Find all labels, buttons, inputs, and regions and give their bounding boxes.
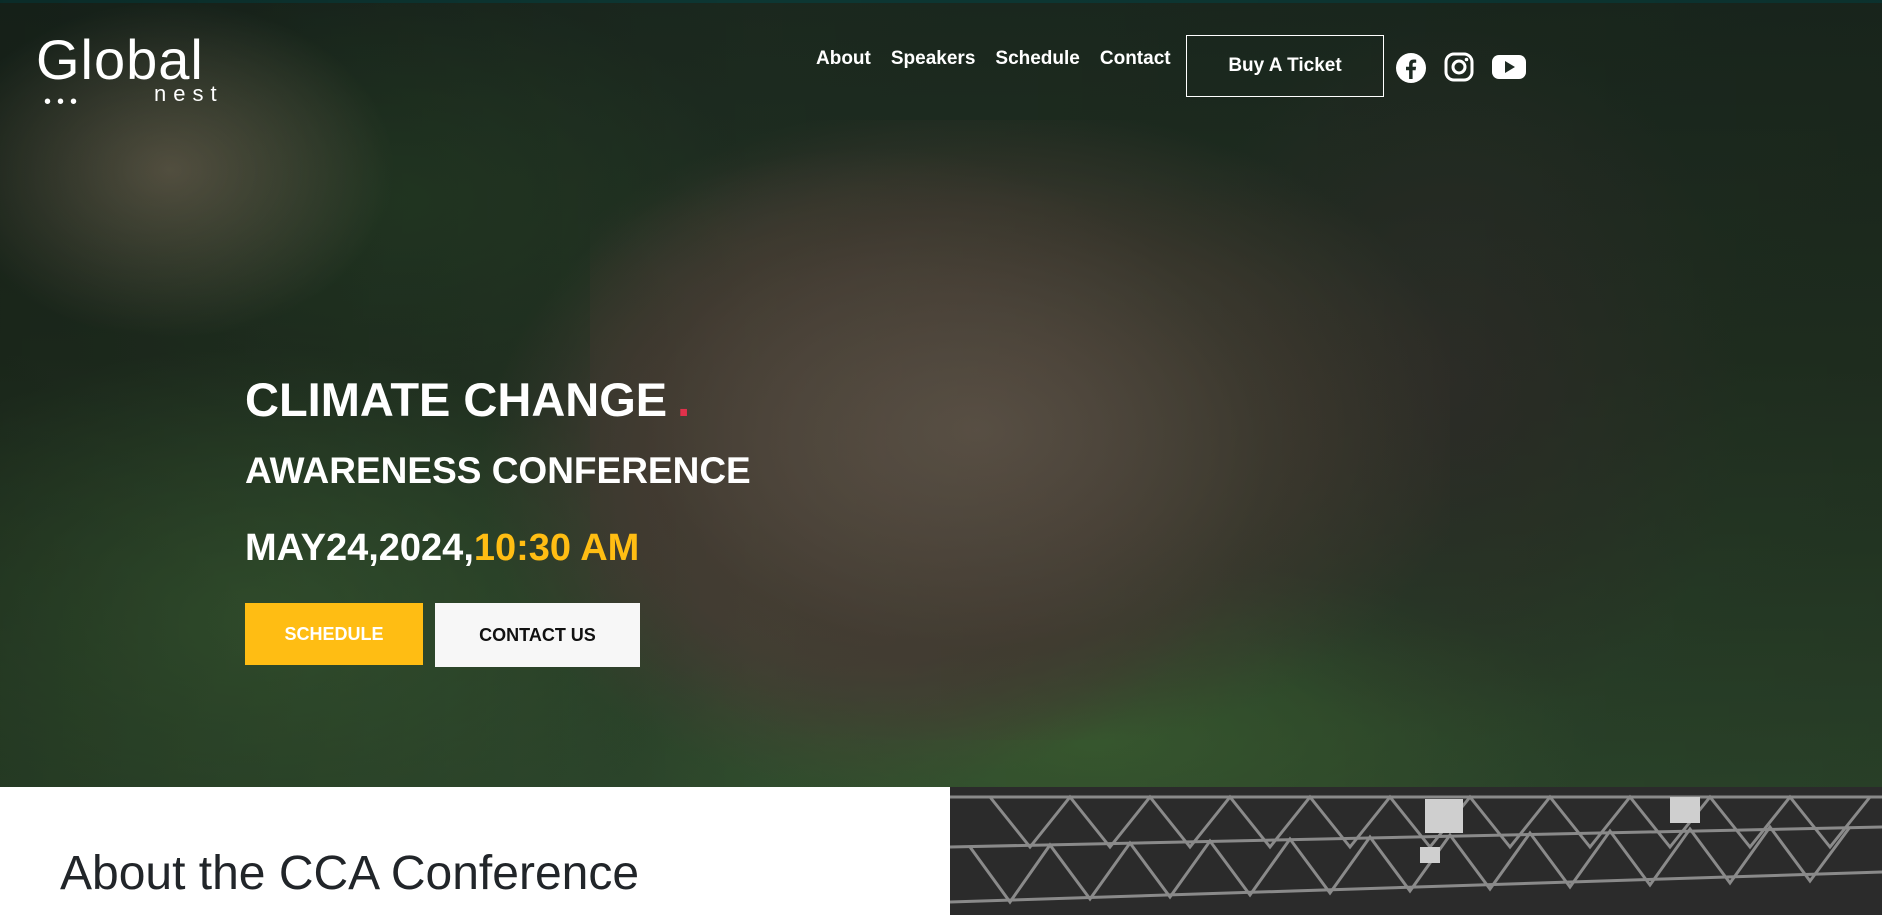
hero-title-line1: CLIMATE CHANGE — [245, 373, 668, 426]
hero-title-dot: . — [677, 373, 691, 426]
venue-photo — [950, 787, 1882, 915]
nav-link-speakers[interactable]: Speakers — [891, 48, 976, 70]
site-logo[interactable]: Global ••• nest — [36, 30, 236, 113]
event-date: MAY24,2024,10:30 AM — [245, 525, 639, 571]
schedule-button[interactable]: SCHEDULE — [245, 603, 423, 665]
about-title: About the CCA Conference — [60, 847, 640, 900]
event-time: 10:30 AM — [473, 527, 640, 569]
hero-title: CLIMATE CHANGE. — [245, 370, 690, 430]
site-header: Global ••• nest About Speakers Schedule … — [0, 0, 1882, 120]
nav-link-about[interactable]: About — [816, 48, 871, 70]
facebook-icon[interactable] — [1395, 52, 1427, 89]
hero-subtitle: AWARENESS CONFERENCE — [245, 450, 751, 491]
youtube-icon[interactable] — [1491, 52, 1527, 87]
instagram-icon[interactable] — [1444, 52, 1474, 87]
nav-link-contact[interactable]: Contact — [1100, 48, 1171, 70]
bear-photo — [590, 120, 1450, 740]
event-date-day: MAY24,2024, — [245, 527, 474, 569]
logo-sub-text: nest — [154, 81, 224, 106]
venue-ceiling-graphic — [950, 787, 1882, 915]
logo-dots: ••• — [44, 91, 84, 113]
buy-ticket-button[interactable]: Buy A Ticket — [1186, 35, 1384, 97]
contact-us-button[interactable]: CONTACT US — [435, 603, 640, 667]
nav-link-schedule[interactable]: Schedule — [995, 48, 1079, 70]
main-nav: About Speakers Schedule Contact — [816, 48, 1171, 70]
